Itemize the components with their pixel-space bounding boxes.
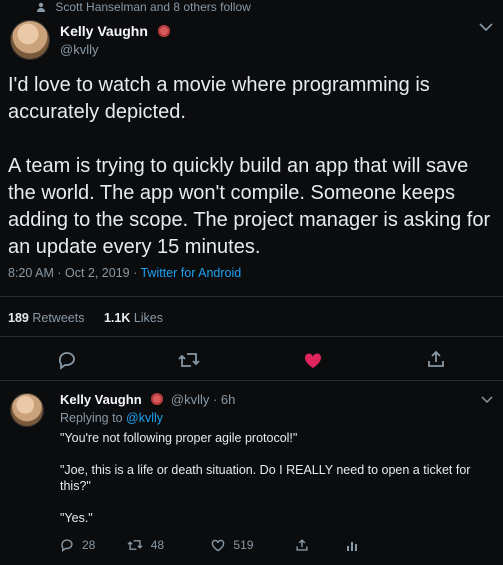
tweet-paragraph-2: A team is trying to quickly build an app…: [8, 155, 491, 258]
likes-count: 1.1K: [103, 311, 131, 325]
reply-line-1: "You're not following proper agile proto…: [60, 431, 298, 445]
tweet-meta: 8:20 AM · Oct 2, 2019 · Twitter for Andr…: [8, 266, 241, 280]
reply-icon: [60, 538, 74, 552]
reply-header: Kelly Vaughn @kvlly · 6h: [60, 392, 235, 407]
divider: [0, 336, 503, 337]
tweet-source[interactable]: Twitter for Android: [140, 266, 241, 280]
person-icon: [36, 2, 46, 12]
chevron-down-icon[interactable]: [479, 22, 493, 32]
replying-to-handle[interactable]: @kvlly: [126, 411, 163, 425]
reply-replies-count: 28: [82, 538, 96, 552]
tweet-stats: 189 Retweets 1.1K Likes: [8, 311, 163, 325]
retweets-stat[interactable]: 189 Retweets: [8, 311, 88, 325]
share-icon[interactable]: [426, 349, 446, 369]
tweet-paragraph-1: I'd love to watch a movie where programm…: [8, 74, 430, 123]
author-handle[interactable]: @kvlly: [60, 42, 98, 57]
emoji-badge-icon: [151, 393, 164, 405]
reply-retweet-action[interactable]: 48: [127, 538, 164, 552]
retweet-icon: [127, 538, 143, 552]
reply-line-2: "Joe, this is a life or death situation.…: [60, 463, 471, 493]
author-name-row[interactable]: Kelly Vaughn: [60, 23, 170, 39]
social-context: Scott Hanselman and 8 others follow: [36, 0, 251, 14]
reply-author-name[interactable]: Kelly Vaughn: [60, 392, 142, 407]
chevron-down-icon[interactable]: [481, 396, 493, 404]
reply-retweets-count: 48: [150, 538, 165, 552]
divider: [0, 380, 503, 381]
likes-stat[interactable]: 1.1K Likes: [104, 311, 163, 325]
reply-text: "You're not following proper agile proto…: [60, 430, 490, 526]
reply-like-action[interactable]: 519: [211, 538, 253, 552]
reply-line-3: "Yes.": [60, 511, 93, 525]
reply-icon[interactable]: [57, 350, 77, 370]
reply-reply-action[interactable]: 28: [60, 538, 95, 552]
author-avatar[interactable]: [10, 20, 50, 60]
heart-icon[interactable]: [303, 350, 323, 370]
social-context-text: Scott Hanselman and 8 others follow: [55, 0, 251, 14]
reply-author-avatar[interactable]: [10, 393, 44, 427]
tweet-timestamp[interactable]: 8:20 AM · Oct 2, 2019 ·: [8, 266, 137, 280]
author-name[interactable]: Kelly Vaughn: [60, 23, 148, 39]
analytics-icon[interactable]: [346, 538, 358, 552]
retweets-label: Retweets: [32, 311, 85, 325]
divider: [0, 296, 503, 297]
emoji-badge-icon: [157, 25, 170, 37]
retweet-icon[interactable]: [178, 350, 200, 370]
share-icon[interactable]: [295, 538, 309, 552]
heart-outline-icon: [211, 538, 225, 552]
reply-likes-count: 519: [233, 538, 254, 552]
reply-actions: 28 48 519: [60, 538, 358, 555]
replying-to: Replying to @kvlly: [60, 411, 163, 425]
tweet-text: I'd love to watch a movie where programm…: [8, 72, 493, 261]
reply-handle-time[interactable]: @kvlly · 6h: [171, 392, 236, 407]
replying-to-label: Replying to: [60, 411, 123, 425]
retweets-count: 189: [8, 311, 29, 325]
likes-label: Likes: [133, 311, 164, 325]
